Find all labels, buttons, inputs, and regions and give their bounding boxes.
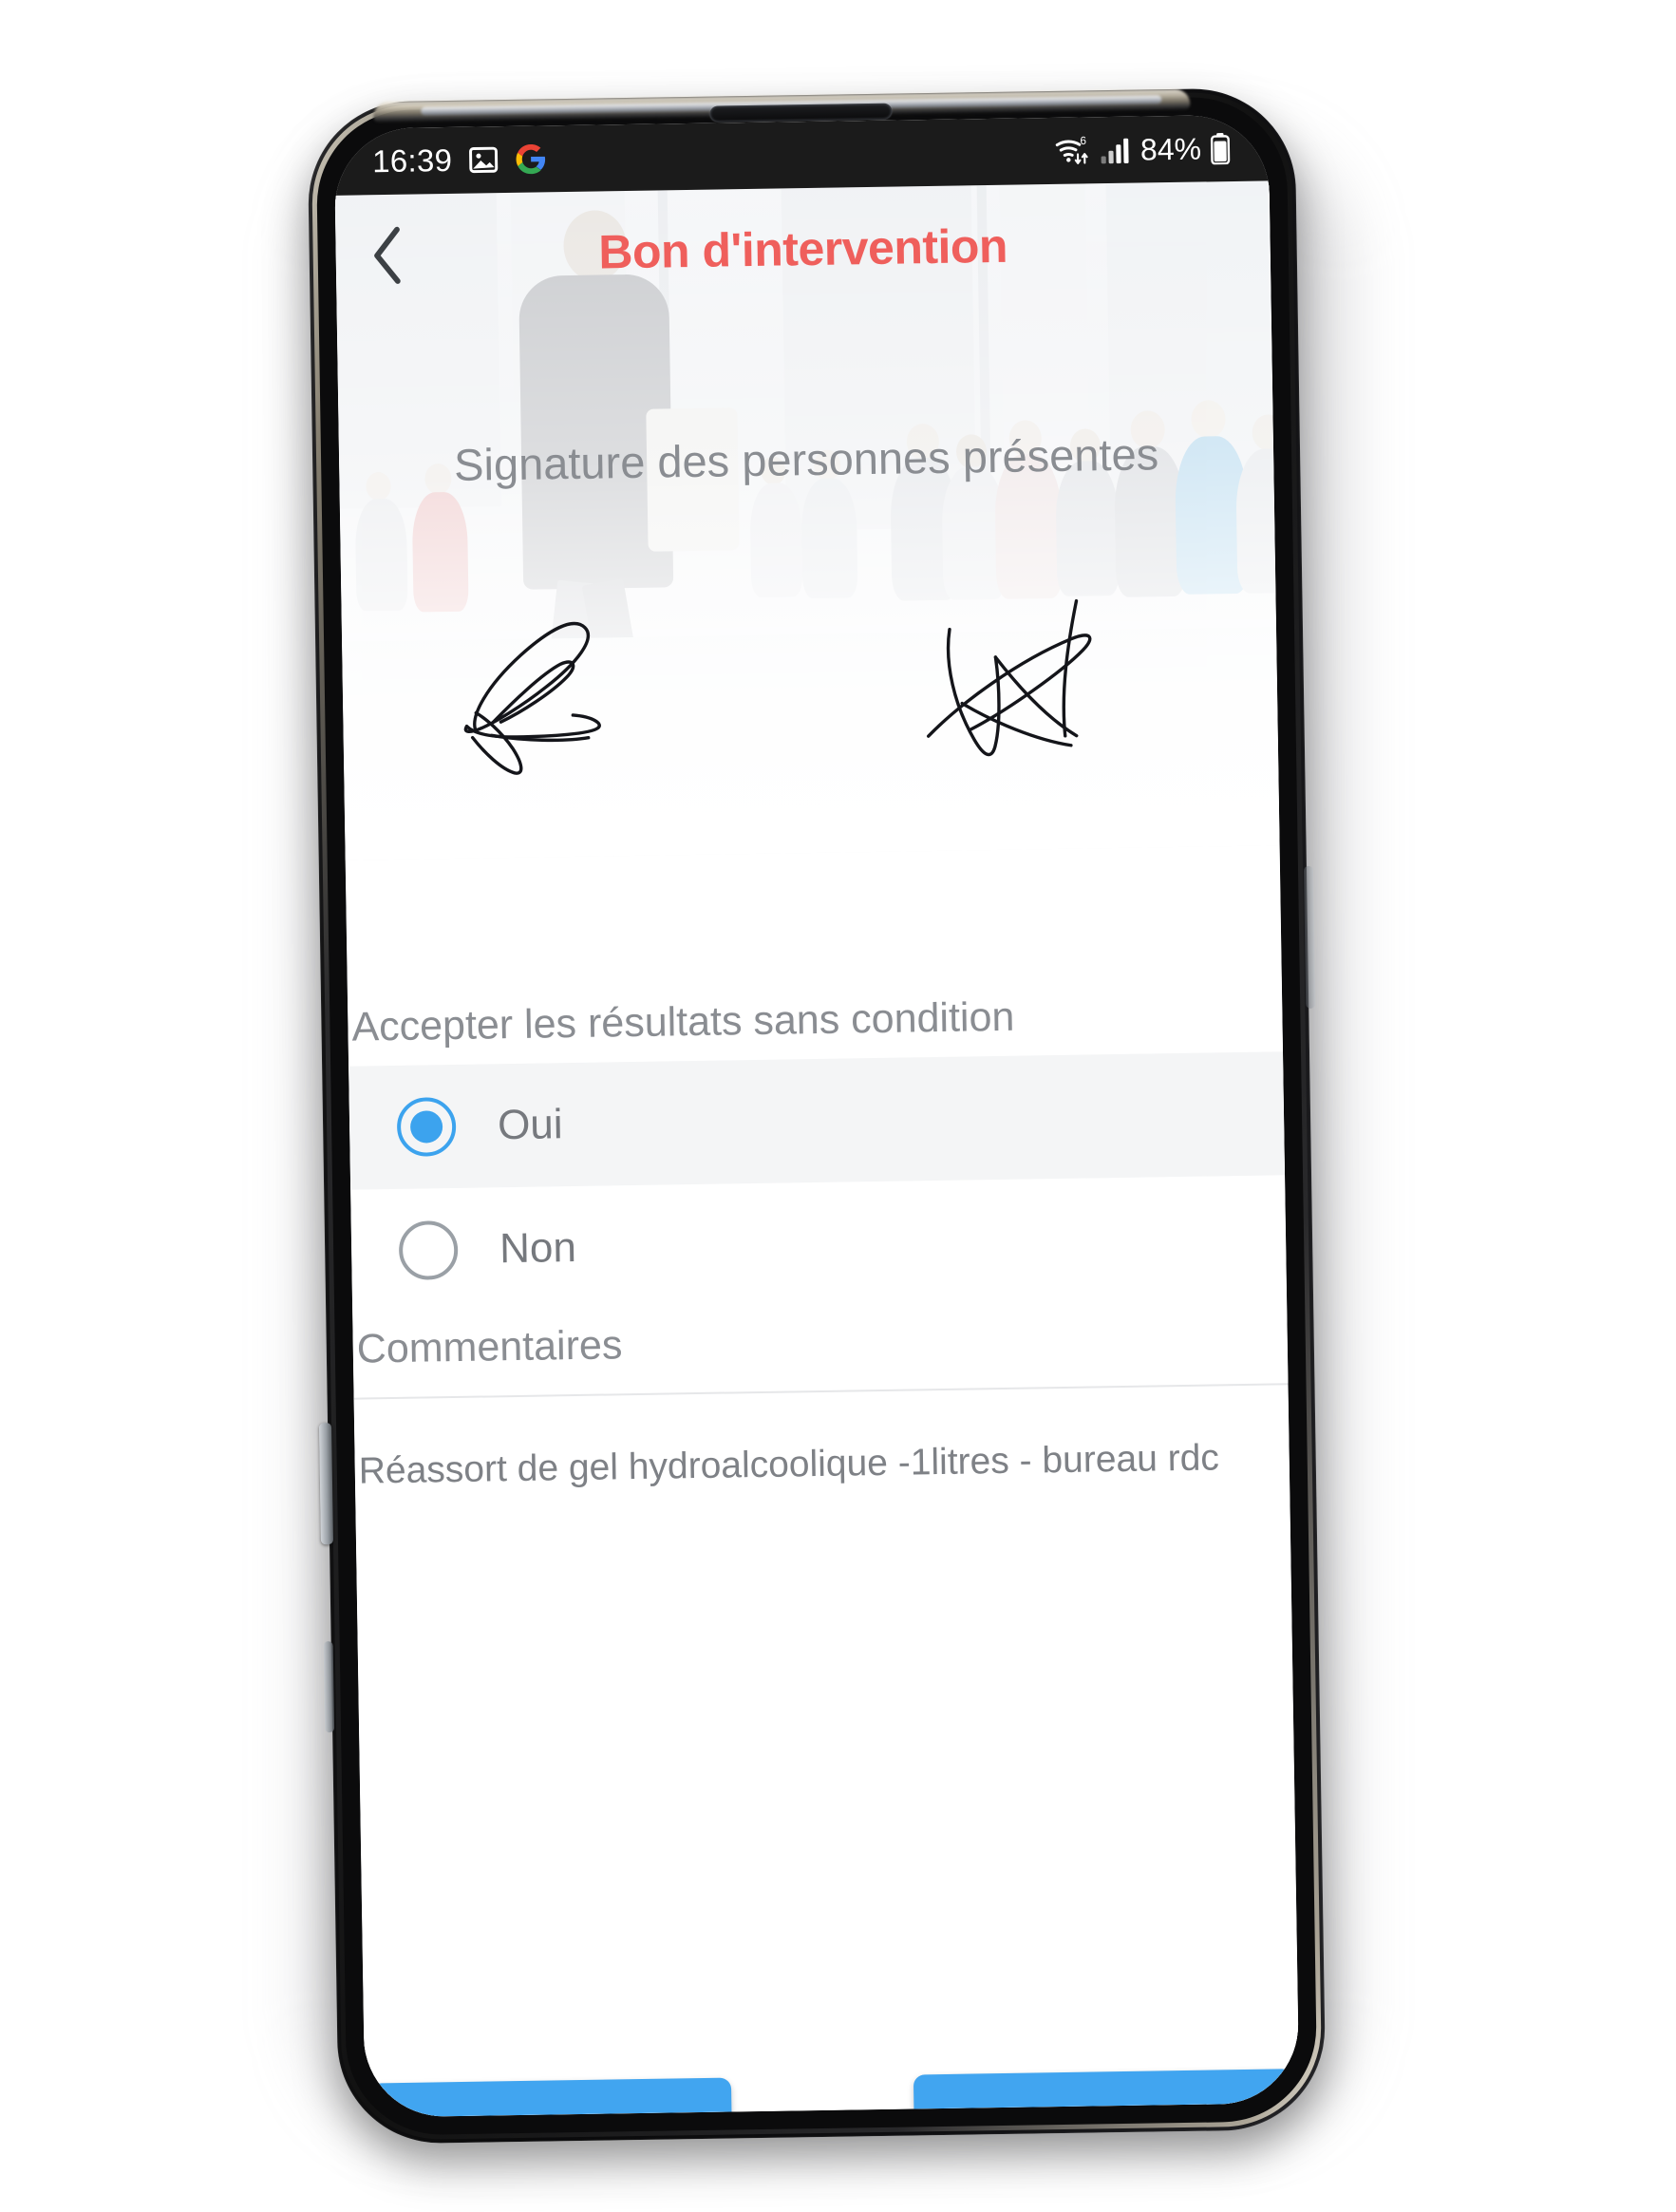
comments-input[interactable]: Réassort de gel hydroalcoolique -1litres… — [354, 1385, 1290, 1492]
phone-device: 16:39 6 84% Bon d'intervention Signature… — [307, 86, 1327, 2146]
page-title: Bon d'intervention — [597, 218, 1008, 279]
earpiece-speaker — [709, 103, 893, 123]
volume-down-button[interactable] — [323, 1641, 335, 1733]
client-button[interactable]: Client — [820, 855, 1278, 860]
comments-field-label: Commentaires — [356, 1322, 623, 1372]
controleur-signature[interactable] — [341, 573, 812, 818]
chevron-left-icon — [368, 226, 407, 286]
hero-header: Bon d'intervention Signature des personn… — [334, 180, 1280, 860]
app-content: Bon d'intervention Signature des personn… — [334, 180, 1300, 2118]
battery-icon — [1210, 132, 1232, 165]
client-signature[interactable] — [808, 565, 1279, 810]
volume-up-button[interactable] — [319, 1423, 334, 1545]
status-bar-left: 16:39 — [372, 141, 548, 180]
image-icon — [467, 143, 500, 177]
radio-option-oui[interactable]: Oui — [348, 1051, 1286, 1190]
status-bar-clock: 16:39 — [371, 142, 453, 180]
svg-text:6: 6 — [1080, 135, 1086, 147]
screenshot-canvas: 16:39 6 84% Bon d'intervention Signature… — [0, 0, 1676, 2212]
signal-icon — [1100, 135, 1132, 166]
google-icon — [515, 142, 548, 176]
form-section: Accepter les résultats sans condition Ou… — [347, 976, 1300, 2118]
wifi6-icon: 6 — [1053, 134, 1092, 167]
phone-screen: 16:39 6 84% Bon d'intervention Signature… — [333, 114, 1300, 2118]
accept-field-label: Accepter les résultats sans condition — [351, 993, 1015, 1050]
signatures-row — [341, 565, 1279, 817]
radio-label-non: Non — [499, 1223, 577, 1273]
previous-button[interactable]: Précédent — [369, 2077, 733, 2118]
status-bar-right: 6 84% — [1053, 131, 1232, 169]
radio-button-non-icon — [398, 1219, 459, 1280]
radio-label-oui: Oui — [497, 1101, 563, 1149]
radio-button-oui-icon — [396, 1096, 457, 1157]
back-button[interactable] — [335, 194, 442, 317]
top-navigation-bar: Bon d'intervention — [335, 180, 1271, 316]
radio-option-non[interactable]: Non — [350, 1175, 1287, 1313]
battery-percent-label: 84% — [1139, 131, 1202, 167]
